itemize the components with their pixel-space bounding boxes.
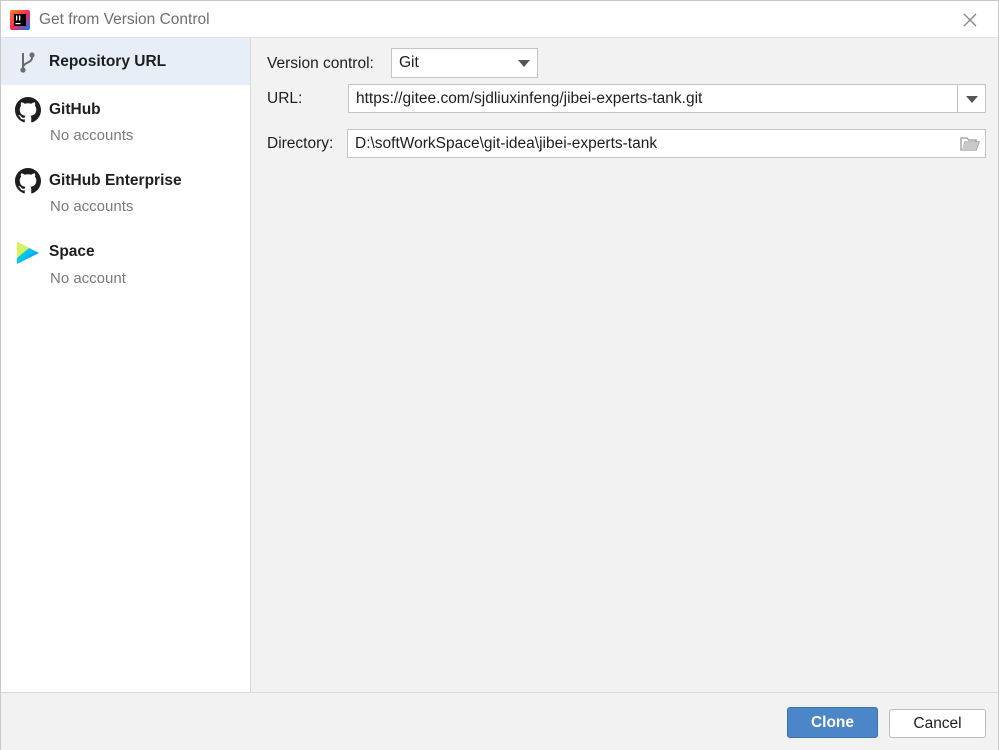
url-label: URL: — [267, 90, 303, 107]
intellij-idea-icon — [10, 10, 30, 30]
version-control-select[interactable]: Git — [391, 48, 538, 78]
window-title: Get from Version Control — [39, 11, 210, 28]
sidebar-item-label: Repository URL — [49, 53, 167, 70]
sidebar-item-github-enterprise[interactable]: GitHub Enterprise No accounts — [1, 156, 250, 227]
github-icon — [15, 168, 41, 194]
sidebar-item-repository-url[interactable]: Repository URL — [1, 38, 250, 85]
dialog-window: Get from Version Control Repository URL … — [0, 0, 999, 750]
directory-label: Directory: — [267, 135, 334, 152]
title-bar: Get from Version Control — [1, 1, 998, 38]
cancel-button[interactable]: Cancel — [889, 709, 986, 738]
chevron-down-icon — [518, 60, 530, 67]
url-input[interactable] — [349, 85, 957, 112]
sidebar-item-status: No accounts — [50, 127, 134, 144]
url-history-dropdown[interactable] — [957, 84, 986, 113]
close-icon[interactable] — [959, 9, 981, 31]
sidebar-item-label: Space — [49, 243, 95, 260]
chevron-down-icon — [966, 96, 978, 103]
sidebar-item-label: GitHub — [49, 101, 101, 118]
sidebar-item-github[interactable]: GitHub No accounts — [1, 85, 250, 156]
button-bar: Clone Cancel — [1, 692, 998, 750]
sidebar-item-status: No account — [50, 270, 126, 287]
sidebar-item-space[interactable]: Space No account — [1, 227, 250, 299]
url-field[interactable] — [348, 84, 958, 113]
directory-input[interactable] — [348, 130, 985, 157]
git-branch-icon — [20, 52, 35, 73]
clone-button[interactable]: Clone — [787, 707, 878, 738]
version-control-value: Git — [399, 54, 419, 71]
github-icon — [15, 97, 41, 123]
sidebar-item-status: No accounts — [50, 198, 134, 215]
directory-field[interactable] — [347, 129, 986, 158]
space-icon — [17, 242, 39, 264]
folder-open-icon[interactable] — [960, 136, 980, 152]
sidebar-item-label: GitHub Enterprise — [49, 172, 182, 189]
sidebar: Repository URL GitHub No accounts GitHub… — [1, 38, 251, 692]
version-control-label: Version control: — [267, 55, 374, 72]
